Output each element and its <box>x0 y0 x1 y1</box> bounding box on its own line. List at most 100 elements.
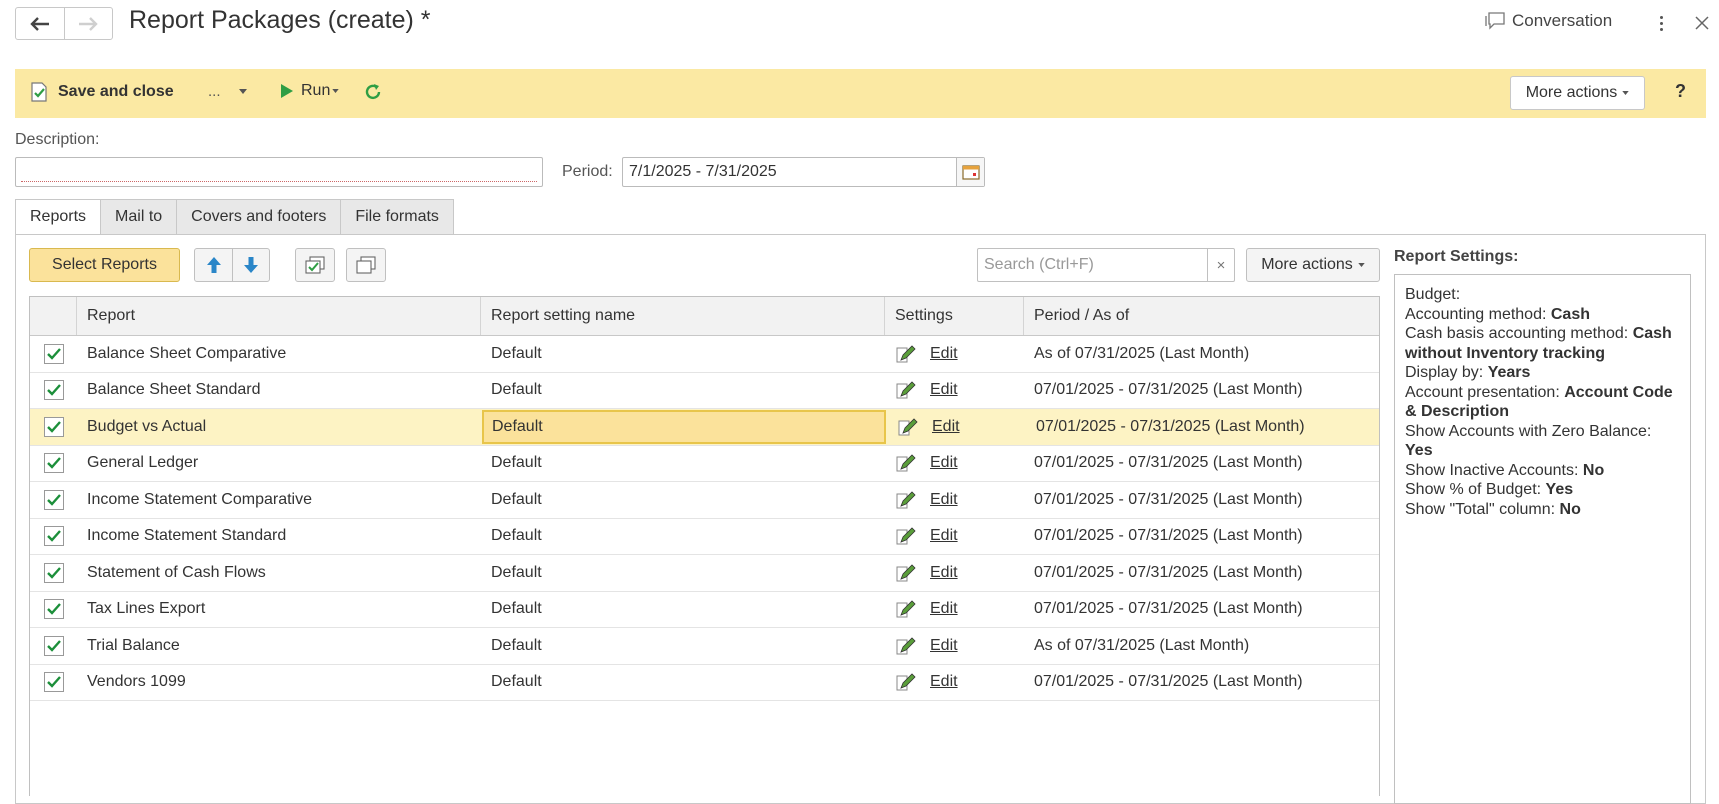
pencil-edit-icon[interactable] <box>895 453 917 473</box>
column-header-period[interactable]: Period / As of <box>1024 297 1379 335</box>
report-setting-cell[interactable]: Default <box>481 519 885 555</box>
report-setting-cell[interactable]: Default <box>481 555 885 591</box>
edit-link[interactable]: Edit <box>930 491 958 509</box>
checkmark-icon <box>46 603 61 615</box>
pencil-edit-icon[interactable] <box>895 490 917 510</box>
pencil-edit-icon[interactable] <box>895 599 917 619</box>
report-setting-cell[interactable]: Default <box>482 410 886 444</box>
report-setting-cell[interactable]: Default <box>481 373 885 409</box>
pencil-edit-icon[interactable] <box>897 417 919 437</box>
pencil-edit-icon[interactable] <box>895 526 917 546</box>
checkmark-icon <box>46 384 61 396</box>
search-clear-button[interactable]: × <box>1207 249 1234 281</box>
help-button[interactable]: ? <box>1675 81 1686 102</box>
edit-link[interactable]: Edit <box>930 564 958 582</box>
forward-button[interactable] <box>63 8 112 39</box>
more-actions-button[interactable]: More actions <box>1510 76 1645 110</box>
period-cell: As of 07/31/2025 (Last Month) <box>1034 636 1250 654</box>
settings-cell: Edit <box>885 519 1024 555</box>
more-dropdown[interactable]: ... <box>208 83 247 100</box>
row-checkbox-cell <box>30 555 77 591</box>
chevron-down-icon <box>238 89 247 94</box>
report-setting-cell[interactable]: Default <box>481 482 885 518</box>
pencil-edit-icon[interactable] <box>895 344 917 364</box>
edit-link[interactable]: Edit <box>932 418 960 436</box>
edit-link[interactable]: Edit <box>930 381 958 399</box>
pencil-edit-icon[interactable] <box>895 563 917 583</box>
edit-link[interactable]: Edit <box>930 600 958 618</box>
uncheck-all-button[interactable] <box>346 248 386 282</box>
report-settings-panel: Budget: Accounting method: Cash Cash basi… <box>1394 274 1691 804</box>
row-checkbox[interactable] <box>43 526 64 547</box>
period-field[interactable]: 7/1/2025 - 7/31/2025 <box>622 157 985 187</box>
period-value: 7/1/2025 - 7/31/2025 <box>629 163 777 180</box>
back-button[interactable] <box>16 8 64 39</box>
move-up-button[interactable] <box>195 249 232 281</box>
report-setting-cell[interactable]: Default <box>481 665 885 701</box>
setting-label: Show Accounts with Zero Balance: <box>1405 422 1652 440</box>
row-checkbox[interactable] <box>43 343 64 364</box>
report-setting-cell[interactable]: Default <box>481 336 885 372</box>
history-nav <box>15 7 113 40</box>
row-checkbox[interactable] <box>43 380 64 401</box>
column-header-settings[interactable]: Settings <box>885 297 1024 335</box>
edit-link[interactable]: Edit <box>930 345 958 363</box>
pencil-edit-icon[interactable] <box>895 672 917 692</box>
kebab-menu-icon[interactable] <box>1654 11 1668 35</box>
tab-covers-and-footers[interactable]: Covers and footers <box>177 199 342 235</box>
setting-line: Show Accounts with Zero Balance: Yes <box>1405 422 1680 461</box>
report-setting-cell[interactable]: Default <box>481 628 885 664</box>
table-row[interactable]: Balance Sheet Standard Default Edit 07/0… <box>30 373 1379 409</box>
chevron-down-icon <box>332 89 340 93</box>
grid-body: Balance Sheet Comparative Default Edit A… <box>30 336 1379 701</box>
row-checkbox[interactable] <box>43 599 64 620</box>
edit-link[interactable]: Edit <box>930 673 958 691</box>
tab-reports[interactable]: Reports <box>15 199 102 235</box>
close-icon[interactable] <box>1692 13 1712 33</box>
table-row[interactable]: Budget vs Actual Default Edit 07/01/2025… <box>30 409 1379 446</box>
edit-link[interactable]: Edit <box>930 637 958 655</box>
row-checkbox[interactable] <box>43 489 64 510</box>
table-row[interactable]: General Ledger Default Edit 07/01/2025 -… <box>30 446 1379 482</box>
column-header-check <box>30 297 77 335</box>
pencil-edit-icon[interactable] <box>895 636 917 656</box>
report-setting-cell[interactable]: Default <box>481 446 885 482</box>
select-reports-button[interactable]: Select Reports <box>29 248 180 282</box>
refresh-icon[interactable] <box>363 82 383 102</box>
save-and-close-button[interactable]: Save and close <box>30 82 174 102</box>
grid-more-actions-label: More actions <box>1261 256 1353 273</box>
settings-cell: Edit <box>885 555 1024 591</box>
grid-more-actions-button[interactable]: More actions <box>1246 248 1380 282</box>
conversation-button[interactable]: Conversation <box>1485 11 1612 31</box>
row-checkbox[interactable] <box>43 672 64 693</box>
move-down-button[interactable] <box>232 249 269 281</box>
setting-value: Yes <box>1405 442 1433 459</box>
table-row[interactable]: Income Statement Standard Default Edit 0… <box>30 519 1379 555</box>
edit-link[interactable]: Edit <box>930 527 958 545</box>
row-checkbox[interactable] <box>43 562 64 583</box>
tab-file-formats[interactable]: File formats <box>341 199 454 235</box>
calendar-button[interactable] <box>956 158 984 186</box>
settings-cell: Edit <box>885 482 1024 518</box>
table-row[interactable]: Trial Balance Default Edit As of 07/31/2… <box>30 628 1379 665</box>
check-all-button[interactable] <box>295 248 335 282</box>
tab-mail-to[interactable]: Mail to <box>101 199 178 235</box>
column-header-setting-name[interactable]: Report setting name <box>481 297 885 335</box>
row-checkbox[interactable] <box>43 453 64 474</box>
table-row[interactable]: Income Statement Comparative Default Edi… <box>30 482 1379 519</box>
report-setting-cell[interactable]: Default <box>481 592 885 628</box>
table-row[interactable]: Tax Lines Export Default Edit 07/01/2025… <box>30 592 1379 628</box>
checkmark-icon <box>46 566 61 579</box>
column-header-report[interactable]: Report <box>77 297 481 335</box>
pencil-edit-icon[interactable] <box>895 380 917 400</box>
setting-value: Cash <box>1550 305 1590 323</box>
table-row[interactable]: Statement of Cash Flows Default Edit 07/… <box>30 555 1379 592</box>
row-checkbox[interactable] <box>43 416 64 437</box>
description-field[interactable] <box>15 157 543 187</box>
table-row[interactable]: Vendors 1099 Default Edit 07/01/2025 - 0… <box>30 665 1379 701</box>
search-input[interactable] <box>978 249 1207 281</box>
row-checkbox[interactable] <box>43 635 64 656</box>
edit-link[interactable]: Edit <box>930 454 958 472</box>
run-button[interactable]: Run <box>280 82 340 100</box>
table-row[interactable]: Balance Sheet Comparative Default Edit A… <box>30 336 1379 373</box>
